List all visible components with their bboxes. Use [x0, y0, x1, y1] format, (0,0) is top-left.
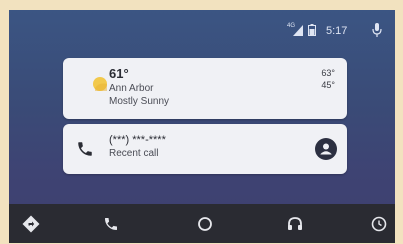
weather-condition: Mostly Sunny	[109, 96, 170, 107]
home-icon[interactable]	[195, 214, 215, 234]
status-bar: 4G 5:17	[9, 10, 395, 50]
status-time: 5:17	[326, 25, 348, 37]
navigation-icon[interactable]	[21, 214, 41, 234]
low-temperature: 45°	[321, 80, 335, 90]
phone-icon[interactable]	[101, 214, 121, 234]
recents-clock-icon[interactable]	[369, 214, 389, 234]
current-temperature: 61°	[109, 66, 129, 81]
bottom-nav-bar	[9, 204, 395, 243]
signal-icon: 4G	[287, 23, 303, 36]
call-label: Recent call	[109, 148, 159, 159]
network-type-label: 4G	[287, 23, 296, 29]
contact-avatar-icon	[315, 138, 337, 160]
recent-call-card[interactable]: (***) ***-**** Recent call	[63, 124, 347, 174]
battery-icon	[308, 24, 316, 36]
sun-icon	[92, 76, 108, 92]
high-temperature: 63°	[321, 68, 335, 78]
android-auto-screen: 4G 5:17 61° Ann Arbor Mostly Sunny 63° 4…	[9, 10, 395, 243]
weather-card[interactable]: 61° Ann Arbor Mostly Sunny 63° 45°	[63, 58, 347, 119]
headphones-icon[interactable]	[285, 214, 305, 234]
caller-number: (***) ***-****	[109, 134, 166, 146]
phone-icon	[76, 140, 94, 158]
weather-location: Ann Arbor	[109, 83, 154, 94]
microphone-icon[interactable]	[372, 22, 382, 38]
